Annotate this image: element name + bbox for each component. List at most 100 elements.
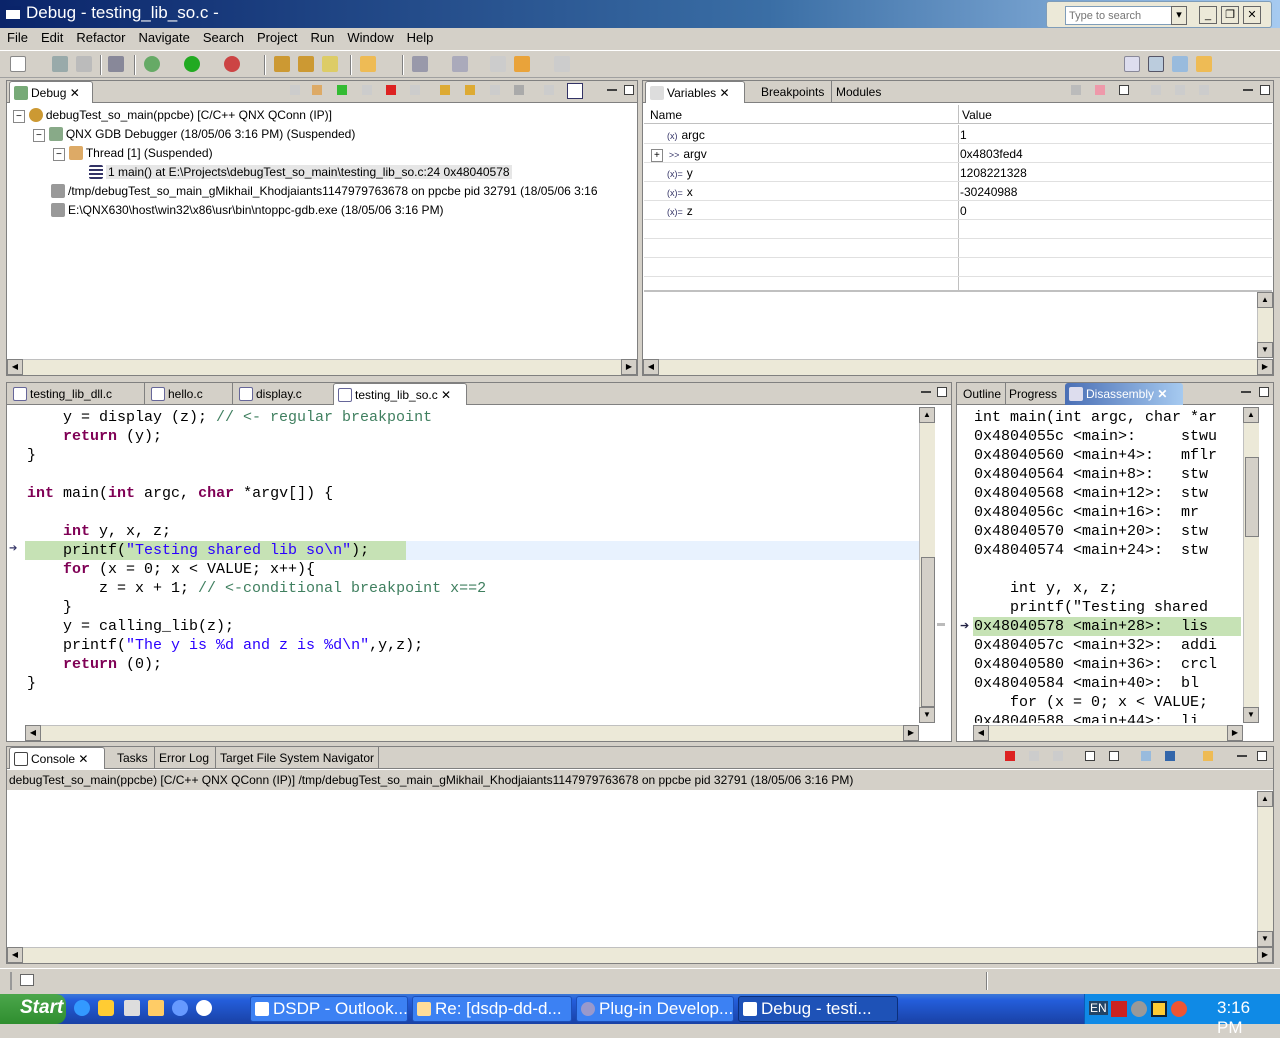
step-into-icon[interactable] xyxy=(440,85,450,95)
run-icon[interactable] xyxy=(184,56,200,72)
terminate-icon[interactable] xyxy=(1005,751,1015,761)
back-icon[interactable] xyxy=(514,56,530,72)
menu-file[interactable]: File xyxy=(0,28,34,45)
tab-disassembly[interactable]: Disassembly ✕ xyxy=(1065,383,1183,405)
maximize-icon[interactable] xyxy=(1259,387,1269,397)
maximize-icon[interactable] xyxy=(1260,85,1270,95)
open-console-icon[interactable] xyxy=(1203,751,1213,761)
display-console-icon[interactable] xyxy=(1165,751,1175,761)
disassembly-text[interactable]: int main(int argc, char *ar 0x4804055c <m… xyxy=(974,408,1242,723)
add-watch-icon[interactable] xyxy=(1151,85,1161,95)
ie-icon[interactable] xyxy=(74,1000,90,1016)
open-type-icon[interactable] xyxy=(274,56,290,72)
tray-icon[interactable] xyxy=(1131,1001,1147,1017)
console-hscroll[interactable]: ◀ ▶ xyxy=(7,947,1273,963)
minimize-icon[interactable] xyxy=(1241,391,1251,393)
minimize-icon[interactable] xyxy=(921,391,931,393)
tree-stack-frame[interactable]: 1 main() at E:\Projects\debugTest_so_mai… xyxy=(89,163,512,182)
tab-console[interactable]: Console ✕ xyxy=(9,747,105,769)
tab-testing-lib-so[interactable]: testing_lib_so.c ✕ xyxy=(333,383,467,405)
tab-variables[interactable]: Variables ✕ xyxy=(645,81,745,103)
resource-perspective-icon[interactable] xyxy=(1196,56,1212,72)
external-tools-icon[interactable] xyxy=(224,56,240,72)
close-window-button[interactable]: ✕ xyxy=(1243,6,1261,24)
column-name[interactable]: Name xyxy=(650,108,682,122)
remove-icon[interactable] xyxy=(1175,85,1185,95)
new-icon[interactable] xyxy=(10,56,26,72)
drop-to-frame-icon[interactable] xyxy=(514,85,524,95)
column-value[interactable]: Value xyxy=(962,108,992,122)
suspend-icon[interactable] xyxy=(362,85,372,95)
fast-view-icon[interactable] xyxy=(20,974,34,986)
security-icon[interactable] xyxy=(1171,1001,1187,1017)
maximize-button[interactable]: ❐ xyxy=(1221,6,1239,24)
open-perspective-icon[interactable] xyxy=(1124,56,1140,72)
menu-refactor[interactable]: Refactor xyxy=(69,28,131,45)
remove-all-launches-icon[interactable] xyxy=(1053,751,1063,761)
minimize-icon[interactable] xyxy=(607,89,617,91)
task-outlook[interactable]: DSDP - Outlook... xyxy=(250,996,408,1022)
print-icon[interactable] xyxy=(76,56,92,72)
task-email[interactable]: Re: [dsdp-dd-d... xyxy=(412,996,572,1022)
tree-gdb[interactable]: E:\QNX630\host\win32\x86\usr\bin\ntoppc-… xyxy=(51,201,444,220)
scroll-lock-icon[interactable] xyxy=(1109,751,1119,761)
disconnect-icon[interactable] xyxy=(410,85,420,95)
start-button[interactable]: Start xyxy=(0,994,66,1024)
tab-tasks[interactable]: Tasks xyxy=(113,747,152,769)
tab-modules[interactable]: Modules xyxy=(831,81,885,103)
variable-row-argc[interactable]: (x) argc xyxy=(667,126,705,145)
debug-icon[interactable] xyxy=(144,56,160,72)
forward-icon[interactable] xyxy=(554,56,570,72)
maximize-icon[interactable] xyxy=(937,387,947,397)
pin-console-icon[interactable] xyxy=(1141,751,1151,761)
last-edit-icon[interactable] xyxy=(490,56,506,72)
tab-testing-lib-dll[interactable]: testing_lib_dll.c xyxy=(9,383,145,405)
desktop-icon[interactable] xyxy=(124,1000,140,1016)
prev-annotation-icon[interactable] xyxy=(452,56,468,72)
ati-icon[interactable] xyxy=(1111,1001,1127,1017)
search-dropdown-button[interactable]: ▾ xyxy=(1171,6,1187,25)
minimize-button[interactable]: _ xyxy=(1199,6,1217,24)
save-icon[interactable] xyxy=(52,56,68,72)
mark-icon[interactable] xyxy=(322,56,338,72)
tab-outline[interactable]: Outline xyxy=(959,383,1007,405)
open-element-icon[interactable] xyxy=(298,56,314,72)
menu-window[interactable]: Window xyxy=(340,28,399,45)
tab-progress[interactable]: Progress xyxy=(1005,383,1061,405)
variable-row-y[interactable]: (x)= y xyxy=(667,164,693,183)
remove-terminated-icon[interactable] xyxy=(290,85,300,95)
variables-hscroll[interactable]: ◀ ▶ xyxy=(643,359,1273,375)
menu-help[interactable]: Help xyxy=(400,28,440,45)
tab-display[interactable]: display.c xyxy=(235,383,333,405)
menu-search[interactable]: Search xyxy=(196,28,250,45)
minimize-icon[interactable] xyxy=(1243,89,1253,91)
outlook-icon[interactable] xyxy=(98,1000,114,1016)
terminal-icon[interactable] xyxy=(108,56,124,72)
resume-all-icon[interactable] xyxy=(312,85,322,95)
explorer-icon[interactable] xyxy=(148,1000,164,1016)
maximize-icon[interactable] xyxy=(624,85,634,95)
next-annotation-icon[interactable] xyxy=(412,56,428,72)
console-vscroll[interactable]: ▲ ▼ xyxy=(1257,791,1273,947)
media-icon[interactable] xyxy=(196,1000,212,1016)
remove-launch-icon[interactable] xyxy=(1029,751,1039,761)
tab-breakpoints[interactable]: Breakpoints xyxy=(757,81,828,103)
disassembly-vscroll[interactable]: ▲ ▼ xyxy=(1243,407,1259,723)
tree-debugger[interactable]: − QNX GDB Debugger (18/05/06 3:16 PM) (Su… xyxy=(33,125,355,144)
disassembly-hscroll[interactable]: ◀ ▶ xyxy=(973,725,1243,741)
show-logical-icon[interactable] xyxy=(1095,85,1105,95)
task-plugin-dev[interactable]: Plug-in Develop... xyxy=(576,996,734,1022)
variables-detail-vscroll[interactable]: ▲ ▼ xyxy=(1257,292,1273,358)
editor-hscroll[interactable]: ◀ ▶ xyxy=(25,725,919,741)
clear-console-icon[interactable] xyxy=(1085,751,1095,761)
menu-navigate[interactable]: Navigate xyxy=(132,28,196,45)
tab-hello[interactable]: hello.c xyxy=(147,383,233,405)
search-input[interactable] xyxy=(1065,6,1185,25)
search-folder-icon[interactable] xyxy=(360,56,376,72)
task-debug[interactable]: Debug - testi... xyxy=(738,996,898,1022)
editor-vscroll[interactable]: ▲ ▼ xyxy=(919,407,935,723)
maximize-icon[interactable] xyxy=(1257,751,1267,761)
menu-run[interactable]: Run xyxy=(303,28,340,45)
browser-icon[interactable] xyxy=(172,1000,188,1016)
language-indicator[interactable]: EN xyxy=(1089,1001,1108,1015)
